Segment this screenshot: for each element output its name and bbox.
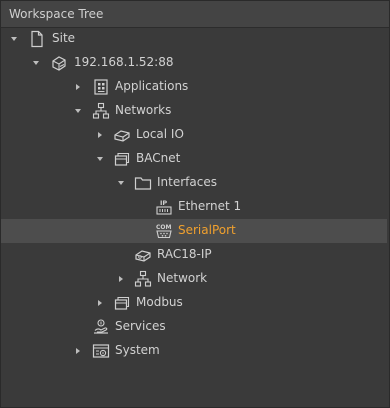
tree-item-modbus[interactable]: Modbus xyxy=(1,291,387,315)
ip-port-icon: IP xyxy=(155,198,173,216)
tree-item-label: Site xyxy=(52,31,76,45)
tree-item-label: Modbus xyxy=(136,295,183,309)
tree-item-label: SerialPort xyxy=(178,223,236,237)
collapsed-arrow-icon[interactable] xyxy=(74,347,82,355)
panel-header: Workspace Tree xyxy=(1,1,389,28)
tree-item-label: Applications xyxy=(115,79,189,93)
services-icon xyxy=(92,318,110,336)
tree-item-label: BACnet xyxy=(136,151,181,165)
tree-item-networks[interactable]: Networks xyxy=(1,99,387,123)
expanded-arrow-icon[interactable] xyxy=(10,35,18,43)
expanded-arrow-icon[interactable] xyxy=(96,155,104,163)
stack-icon xyxy=(113,294,131,312)
svg-text:COM: COM xyxy=(156,224,172,231)
tree-item-rac18-ip[interactable]: RAC18-IP xyxy=(1,243,387,267)
expanded-arrow-icon[interactable] xyxy=(32,59,40,67)
collapsed-arrow-icon[interactable] xyxy=(74,83,82,91)
com-port-icon: COM xyxy=(155,222,173,240)
device-icon xyxy=(50,54,68,72)
collapsed-arrow-icon[interactable] xyxy=(96,131,104,139)
tree-item-applications[interactable]: Applications xyxy=(1,75,387,99)
tree-item-system[interactable]: System xyxy=(1,339,387,363)
tree-item-label: Services xyxy=(115,319,166,333)
svg-text:IP: IP xyxy=(160,199,167,207)
workspace-tree-panel: Workspace Tree Site 192.168.1.52:88 Appl… xyxy=(0,0,390,408)
network-icon xyxy=(92,102,110,120)
tree-item-label: Local IO xyxy=(136,127,184,141)
page-icon xyxy=(28,30,46,48)
panel-title: Workspace Tree xyxy=(9,7,104,21)
tree-item-label: Ethernet 1 xyxy=(178,199,242,213)
io-module-icon xyxy=(113,126,131,144)
tree-item-host[interactable]: 192.168.1.52:88 xyxy=(1,51,387,75)
folder-icon xyxy=(134,174,152,192)
tree-item-label: Interfaces xyxy=(157,175,217,189)
tree-item-local-io[interactable]: Local IO xyxy=(1,123,387,147)
network-icon xyxy=(134,270,152,288)
tree-item-ethernet-1[interactable]: IP Ethernet 1 xyxy=(1,195,387,219)
tree-item-label: 192.168.1.52:88 xyxy=(74,55,174,69)
collapsed-arrow-icon[interactable] xyxy=(117,275,125,283)
tree-item-serialport[interactable]: COM SerialPort xyxy=(1,219,387,243)
system-icon xyxy=(92,342,110,360)
expanded-arrow-icon[interactable] xyxy=(74,107,82,115)
tree-item-label: RAC18-IP xyxy=(157,247,212,261)
controller-icon xyxy=(134,246,152,264)
applications-icon xyxy=(92,78,110,96)
tree-item-interfaces[interactable]: Interfaces xyxy=(1,171,387,195)
tree-item-label: Network xyxy=(157,271,208,285)
workspace-tree: Site 192.168.1.52:88 Applications Networ… xyxy=(1,27,389,407)
stack-icon xyxy=(113,150,131,168)
collapsed-arrow-icon[interactable] xyxy=(96,299,104,307)
tree-item-bacnet[interactable]: BACnet xyxy=(1,147,387,171)
tree-item-network[interactable]: Network xyxy=(1,267,387,291)
expanded-arrow-icon[interactable] xyxy=(117,179,125,187)
tree-item-site[interactable]: Site xyxy=(1,27,387,51)
tree-item-services[interactable]: Services xyxy=(1,315,387,339)
tree-item-label: Networks xyxy=(115,103,172,117)
tree-item-label: System xyxy=(115,343,160,357)
